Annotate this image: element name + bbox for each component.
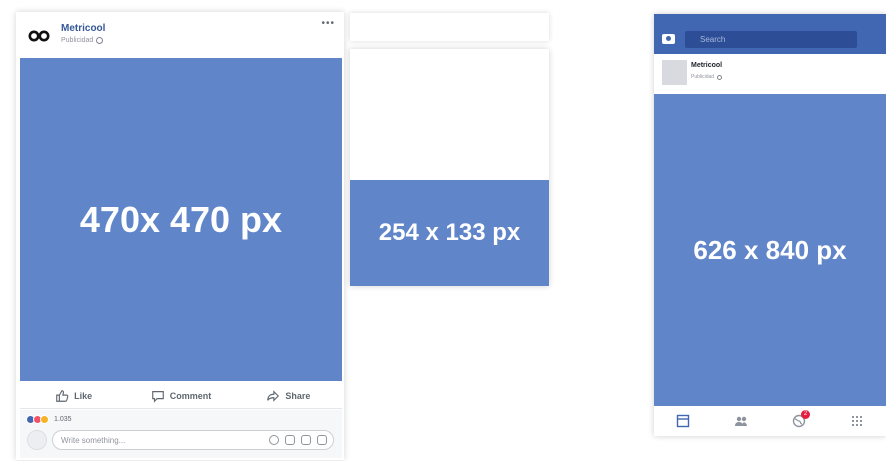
post-actions: Like Comment Share xyxy=(20,383,342,409)
desktop-feed-post: Metricool Publicidad ••• 470x 470 px Lik… xyxy=(16,12,344,460)
news-feed-icon xyxy=(676,414,690,428)
metricool-logo[interactable] xyxy=(26,23,52,49)
emoji-icon[interactable] xyxy=(269,435,279,445)
sticker-icon[interactable] xyxy=(317,435,327,445)
search-placeholder: Search xyxy=(700,35,726,44)
infinity-logo-icon xyxy=(28,30,50,42)
card-image-placeholder[interactable]: 254 x 133 px xyxy=(350,180,549,286)
user-avatar xyxy=(27,430,47,450)
wow-reaction-icon xyxy=(40,415,49,424)
grid-menu-icon xyxy=(852,416,862,426)
page-avatar[interactable] xyxy=(662,60,687,85)
mobile-size-label: 626 x 840 px xyxy=(693,234,847,265)
mobile-image-placeholder[interactable]: 626 x 840 px xyxy=(654,94,886,406)
post-footer: 1.035 Write something... xyxy=(20,410,342,458)
comment-placeholder: Write something... xyxy=(61,436,126,445)
share-icon xyxy=(267,389,280,402)
link-card: 254 x 133 px xyxy=(350,49,549,286)
mobile-sponsored-text: Publicidad xyxy=(691,74,715,80)
reactions-summary[interactable]: 1.035 xyxy=(26,415,72,424)
camera-icon[interactable] xyxy=(662,34,675,44)
mobile-tab-bar: 2 xyxy=(654,406,886,436)
notification-badge: 2 xyxy=(801,410,810,419)
post-image-placeholder[interactable]: 470x 470 px xyxy=(20,58,342,381)
page-name[interactable]: Metricool xyxy=(61,23,105,34)
search-input[interactable]: Search xyxy=(685,31,857,48)
comment-button[interactable]: Comment xyxy=(127,383,234,408)
comment-icon xyxy=(151,390,164,403)
sponsored-text: Publicidad xyxy=(61,37,94,44)
tab-notifications[interactable]: 2 xyxy=(789,410,810,429)
camera-icon[interactable] xyxy=(285,435,295,445)
card-size-label: 254 x 133 px xyxy=(378,219,521,246)
share-button[interactable]: Share xyxy=(235,383,342,408)
globe-icon xyxy=(717,74,723,80)
tab-friends[interactable] xyxy=(731,413,751,429)
mobile-top-bar: Search xyxy=(654,14,886,54)
card-top-bar xyxy=(350,13,549,41)
like-label: Like xyxy=(74,390,93,401)
thumbs-up-icon xyxy=(56,389,69,402)
like-button[interactable]: Like xyxy=(20,383,127,408)
image-size-label: 470x 470 px xyxy=(79,198,283,240)
mobile-page-name[interactable]: Metricool xyxy=(691,62,722,69)
post-header: Metricool Publicidad ••• xyxy=(16,12,344,58)
comment-input[interactable]: Write something... xyxy=(52,430,334,450)
mobile-mockup: Search Metricool Publicidad 626 x 840 px xyxy=(654,14,886,436)
gif-icon[interactable] xyxy=(301,435,311,445)
mobile-sponsored-label: Publicidad xyxy=(691,74,723,80)
reaction-count: 1.035 xyxy=(54,416,72,423)
tab-news-feed[interactable] xyxy=(673,413,693,429)
globe-icon xyxy=(96,37,104,44)
friends-icon xyxy=(735,416,747,426)
sponsored-label: Publicidad xyxy=(61,37,104,44)
tab-menu[interactable] xyxy=(847,413,867,429)
comment-label: Comment xyxy=(169,390,212,401)
comment-tools xyxy=(269,435,327,445)
more-icon[interactable]: ••• xyxy=(321,18,335,29)
share-label: Share xyxy=(285,390,311,401)
